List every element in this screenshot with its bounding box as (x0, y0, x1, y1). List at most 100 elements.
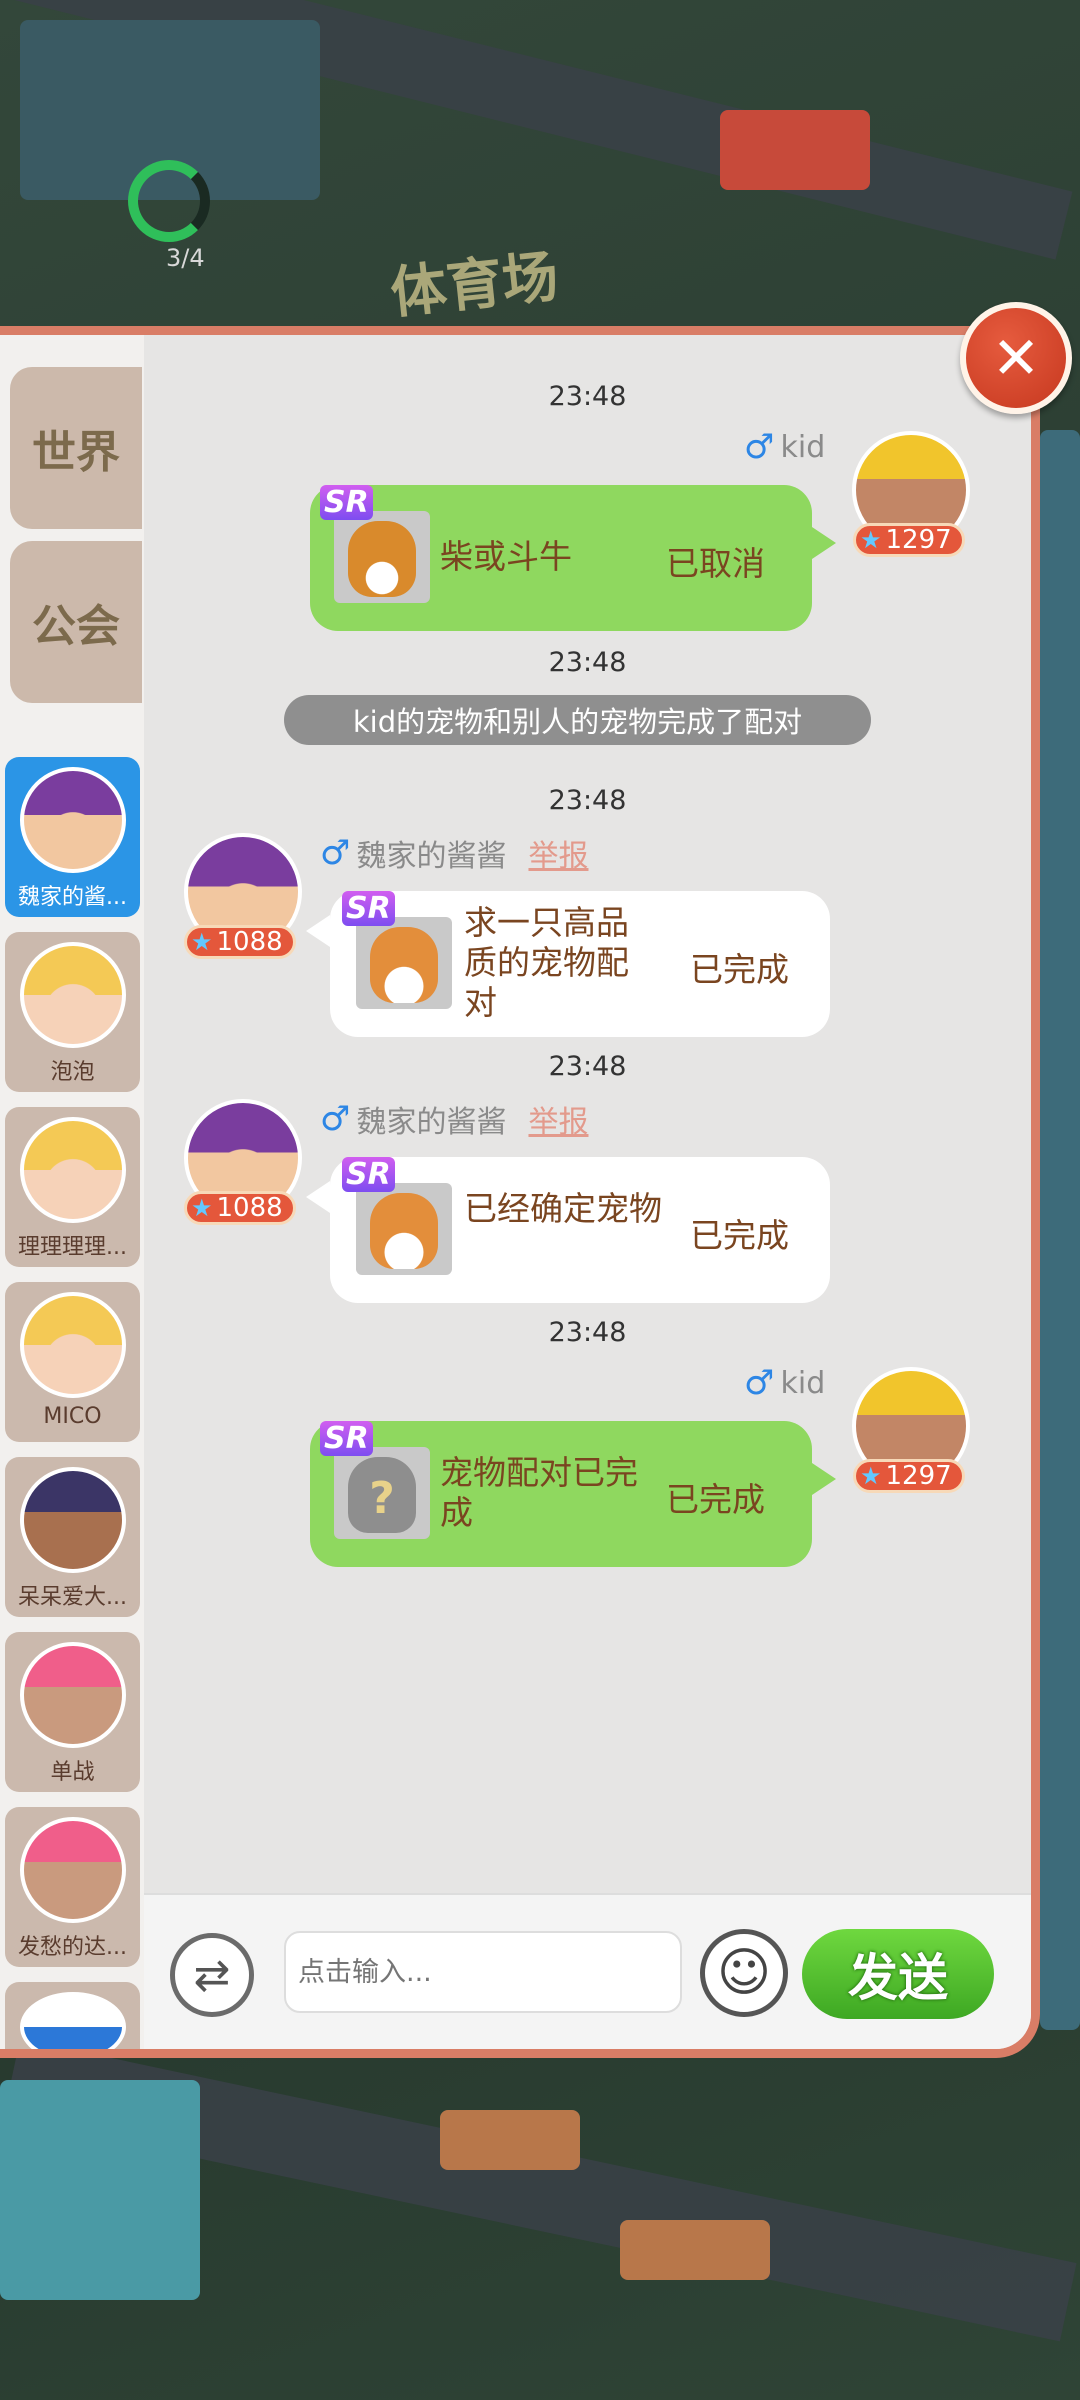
chat-sidebar: 世界 公会 魏家的酱... 泡泡 理理理理... MICO 呆呆爱大... 单战 (0, 335, 144, 2049)
bubble-tail (812, 1463, 836, 1495)
airplane (720, 110, 870, 190)
close-button[interactable]: ✕ (960, 302, 1072, 414)
message-text: 求一只高品质的宠物配对 (464, 903, 629, 1022)
star-icon: ★ (860, 1462, 882, 1490)
avatar (19, 1117, 126, 1223)
tab-world[interactable]: 世界 (10, 367, 142, 529)
planter (440, 2110, 580, 2170)
emoji-button[interactable]: ☺ (700, 1929, 788, 2017)
message-status: 已完成 (666, 1480, 765, 1519)
message-status: 已完成 (690, 950, 789, 989)
contact-item[interactable]: 理理理理... (5, 1107, 140, 1267)
message-bubble[interactable]: SR 求一只高品质的宠物配对 已完成 (330, 891, 830, 1037)
contact-name: MICO (43, 1404, 102, 1429)
male-icon: ♂ (320, 1099, 351, 1139)
contact-item[interactable]: 单战 (5, 1632, 140, 1792)
level-value: 1088 (216, 1193, 283, 1223)
avatar (19, 1642, 126, 1748)
chat-panel: 世界 公会 魏家的酱... 泡泡 理理理理... MICO 呆呆爱大... 单战 (0, 326, 1040, 2058)
level-badge: ★ 1297 (853, 523, 965, 557)
rarity-badge: SR (342, 891, 395, 926)
male-icon: ♂ (744, 427, 775, 467)
smiley-icon: ☺ (716, 1943, 772, 2003)
male-icon: ♂ (320, 833, 351, 873)
message-list[interactable]: 23:48 ♂ kid SR 柴或斗牛 已取消 ★ 1297 23:48 kid… (144, 335, 1031, 1893)
sender-label: ♂ 魏家的酱酱 举报 (320, 1097, 588, 1141)
level-badge: ★ 1088 (184, 925, 296, 959)
message-status: 已取消 (666, 544, 765, 583)
rarity-badge: SR (320, 1421, 373, 1456)
message-text: 宠物配对已完成 (440, 1453, 638, 1532)
system-message: kid的宠物和别人的宠物完成了配对 (284, 695, 871, 745)
planter (620, 2220, 770, 2280)
star-icon: ★ (860, 526, 882, 554)
timestamp: 23:48 (548, 1051, 627, 1082)
contact-name: 魏家的酱... (18, 885, 127, 910)
sender-name: 魏家的酱酱 (356, 1105, 507, 1140)
contact-item[interactable]: 魏家的酱... (5, 757, 140, 917)
contact-name: 发愁的达... (18, 1935, 127, 1960)
male-icon: ♂ (744, 1363, 775, 1403)
star-icon: ★ (191, 928, 213, 956)
message-bubble[interactable]: SR 已经确定宠物 已完成 (330, 1157, 830, 1303)
timestamp: 23:48 (548, 1317, 627, 1348)
avatar (19, 1467, 126, 1573)
close-icon: ✕ (991, 324, 1041, 392)
rarity-badge: SR (342, 1157, 395, 1192)
sender-name: 魏家的酱酱 (356, 839, 507, 874)
switch-channel-button[interactable]: ⇄ (170, 1933, 254, 2017)
unknown-pet-icon: ? (348, 1457, 416, 1533)
level-value: 1088 (216, 927, 283, 957)
level-badge: ★ 1088 (184, 1191, 296, 1225)
contact-item[interactable]: MICO (5, 1282, 140, 1442)
own-message-bubble[interactable]: SR 柴或斗牛 已取消 (310, 485, 812, 631)
shiba-icon (370, 1193, 438, 1269)
timestamp: 23:48 (548, 647, 627, 678)
avatar (19, 942, 126, 1048)
level-value: 1297 (885, 1461, 952, 1491)
contact-name: 理理理理... (18, 1235, 127, 1260)
tab-guild[interactable]: 公会 (10, 541, 142, 703)
message-text: 已经确定宠物 (464, 1189, 662, 1228)
timestamp: 23:48 (548, 381, 627, 412)
avatar (19, 1292, 126, 1398)
sender-name: kid (780, 429, 826, 465)
swap-icon: ⇄ (193, 1949, 231, 2001)
contact-name: 呆呆爱大... (18, 1585, 127, 1610)
contact-item[interactable]: 呆呆爱大... (5, 1457, 140, 1617)
contact-item[interactable] (5, 1982, 140, 2049)
send-button[interactable]: 发送 (802, 1929, 994, 2019)
own-message-bubble[interactable]: ? SR 宠物配对已完成 已完成 (310, 1421, 812, 1567)
sender-label: ♂ kid (744, 427, 825, 467)
star-icon: ★ (191, 1194, 213, 1222)
bubble-tail (812, 527, 836, 559)
pet-thumbnail: ? SR (320, 1421, 430, 1539)
avatar (19, 1817, 126, 1923)
building (0, 2080, 200, 2300)
report-link[interactable]: 举报 (528, 1097, 588, 1141)
pet-thumbnail: SR (320, 485, 430, 603)
stadium-sign: 体育场 (387, 244, 562, 327)
level-badge: ★ 1297 (853, 1459, 965, 1493)
report-link[interactable]: 举报 (528, 831, 588, 875)
chat-input[interactable] (284, 1931, 682, 2013)
avatar (19, 767, 126, 873)
contact-item[interactable]: 泡泡 (5, 932, 140, 1092)
avatar (19, 1992, 126, 2049)
message-status: 已完成 (690, 1216, 789, 1255)
sender-label: ♂ 魏家的酱酱 举报 (320, 831, 588, 875)
capacity-counter: 3/4 (166, 244, 205, 272)
progress-ring-icon (128, 160, 210, 242)
message-text: 柴或斗牛 (440, 537, 572, 576)
contact-item[interactable]: 发愁的达... (5, 1807, 140, 1967)
bubble-tail (306, 1181, 330, 1213)
rarity-badge: SR (320, 485, 373, 520)
timestamp: 23:48 (548, 785, 627, 816)
sender-name: kid (780, 1365, 826, 1401)
shiba-icon (370, 927, 438, 1003)
sender-label: ♂ kid (744, 1363, 825, 1403)
pet-thumbnail: SR (342, 1157, 452, 1275)
corgi-icon (348, 521, 416, 597)
chat-input-bar: ⇄ ☺ 发送 (144, 1893, 1031, 2049)
bubble-tail (306, 915, 330, 947)
